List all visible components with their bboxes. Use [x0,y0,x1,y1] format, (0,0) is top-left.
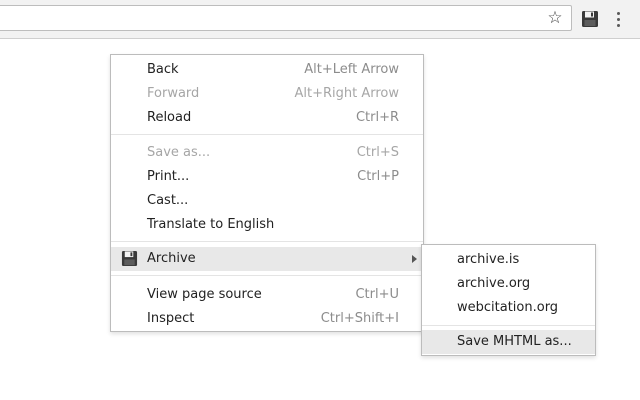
menu-item-view-source[interactable]: View page source Ctrl+U [111,283,423,307]
menu-item-label: Cast... [147,193,189,208]
submenu-item-label: Save MHTML as... [457,334,572,349]
star-icon[interactable]: ☆ [545,8,565,28]
archive-submenu: archive.is archive.org webcitation.org S… [421,244,596,356]
menu-item-shortcut: Ctrl+P [357,169,399,184]
submenu-item-label: webcitation.org [457,300,559,315]
menu-separator [111,134,423,135]
context-menu: Back Alt+Left Arrow Forward Alt+Right Ar… [110,54,424,332]
submenu-item-webcitation[interactable]: webcitation.org [422,296,595,320]
address-bar[interactable]: ☆ [0,5,572,31]
menu-item-back[interactable]: Back Alt+Left Arrow [111,58,423,82]
menu-item-print[interactable]: Print... Ctrl+P [111,165,423,189]
submenu-item-label: archive.org [457,276,531,291]
menu-item-label: Translate to English [147,217,275,232]
menu-item-translate[interactable]: Translate to English [111,213,423,237]
submenu-item-label: archive.is [457,252,520,267]
menu-item-label: Forward [147,86,200,101]
menu-item-save-as: Save as... Ctrl+S [111,141,423,165]
menu-item-label: View page source [147,287,262,302]
menu-item-shortcut: Ctrl+Shift+I [320,311,399,326]
menu-item-forward: Forward Alt+Right Arrow [111,82,423,106]
submenu-separator [422,325,595,326]
floppy-disk-icon[interactable] [581,10,599,28]
menu-item-label: Archive [147,251,196,266]
menu-item-label: Back [147,62,179,77]
menu-item-cast[interactable]: Cast... [111,189,423,213]
menu-item-inspect[interactable]: Inspect Ctrl+Shift+I [111,307,423,331]
menu-item-shortcut: Ctrl+R [355,110,399,125]
menu-item-label: Inspect [147,311,195,326]
kebab-menu-icon[interactable] [610,9,626,29]
submenu-item-archive-org[interactable]: archive.org [422,272,595,296]
submenu-item-archive-is[interactable]: archive.is [422,248,595,272]
browser-toolbar: ☆ [0,0,640,39]
menu-separator [111,241,423,242]
submenu-arrow-icon [412,255,417,263]
menu-item-reload[interactable]: Reload Ctrl+R [111,106,423,130]
menu-item-label: Print... [147,169,190,184]
menu-item-shortcut: Ctrl+U [355,287,399,302]
menu-item-shortcut: Alt+Right Arrow [294,86,399,101]
menu-item-label: Save as... [147,145,211,160]
submenu-item-save-mhtml[interactable]: Save MHTML as... [422,330,595,354]
floppy-disk-icon [121,250,138,267]
menu-item-label: Reload [147,110,192,125]
menu-item-shortcut: Alt+Left Arrow [304,62,399,77]
menu-item-shortcut: Ctrl+S [356,145,399,160]
menu-separator [111,275,423,276]
menu-item-archive[interactable]: Archive [111,247,423,271]
